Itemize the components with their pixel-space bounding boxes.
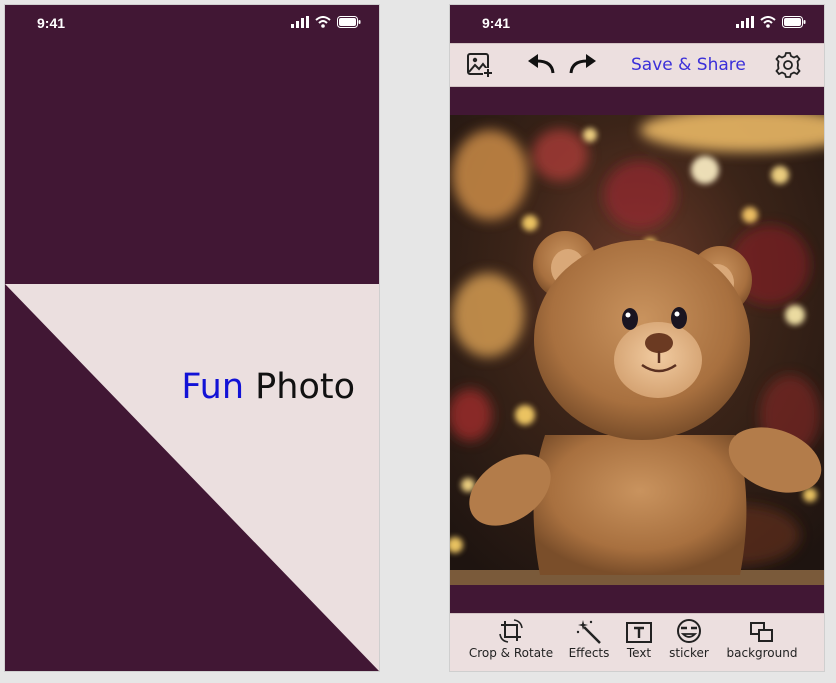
add-image-button[interactable] [464, 50, 496, 80]
app-title-photo: Photo [255, 367, 355, 407]
app-title: Fun Photo [181, 367, 355, 407]
wifi-icon [315, 16, 331, 28]
redo-icon [569, 54, 596, 74]
background-icon-wrap [748, 614, 776, 644]
save-share-button[interactable]: Save & Share [631, 55, 746, 75]
photo-canvas[interactable] [450, 115, 824, 585]
teddy-bear-photo [450, 115, 824, 585]
splash-background-shape [5, 284, 379, 671]
gear-icon [775, 52, 801, 78]
bottom-tool-bar: Crop & Rotate Effects Text sticker backg… [450, 613, 824, 671]
app-title-fun: Fun [181, 367, 245, 407]
cellular-signal-icon [736, 16, 754, 28]
text-box-icon [626, 622, 652, 643]
image-plus-icon [467, 53, 493, 78]
status-icons [736, 15, 806, 29]
text-icon-wrap [625, 614, 653, 644]
background-label: background [726, 646, 798, 660]
text-label: Text [626, 646, 652, 660]
layers-icon [750, 622, 773, 642]
status-bar: 9:41 [5, 5, 379, 43]
status-icons [291, 15, 361, 29]
wifi-icon [760, 16, 776, 28]
redo-button[interactable] [566, 50, 600, 80]
status-bar: 9:41 [450, 5, 824, 43]
text-button[interactable]: Text [620, 614, 658, 671]
sticker-icon-wrap [675, 614, 703, 644]
undo-icon [528, 54, 555, 74]
battery-icon [782, 16, 806, 28]
status-time: 9:41 [37, 15, 66, 31]
settings-button[interactable] [772, 50, 804, 80]
magic-wand-icon [576, 620, 601, 644]
battery-icon [337, 16, 361, 28]
undo-button[interactable] [524, 50, 558, 80]
sticker-button[interactable]: sticker [664, 614, 714, 671]
cellular-signal-icon [291, 16, 309, 28]
crop-rotate-icon [499, 619, 523, 643]
effects-icon-wrap [575, 614, 603, 644]
status-time: 9:41 [482, 15, 511, 31]
sticker-label: sticker [669, 646, 709, 660]
editor-toolbar: Save & Share [450, 43, 824, 87]
crop-rotate-button[interactable]: Crop & Rotate [468, 614, 554, 671]
editor-screen: 9:41 Save & Share Crop & Rotate Effects … [449, 4, 825, 672]
background-button[interactable]: background [722, 614, 802, 671]
sticker-face-icon [677, 619, 701, 643]
crop-rotate-icon-wrap [498, 614, 524, 644]
effects-label: Effects [568, 646, 610, 660]
effects-button[interactable]: Effects [564, 614, 614, 671]
crop-rotate-label: Crop & Rotate [468, 646, 554, 660]
splash-screen: 9:41 Fun Photo [4, 4, 380, 672]
